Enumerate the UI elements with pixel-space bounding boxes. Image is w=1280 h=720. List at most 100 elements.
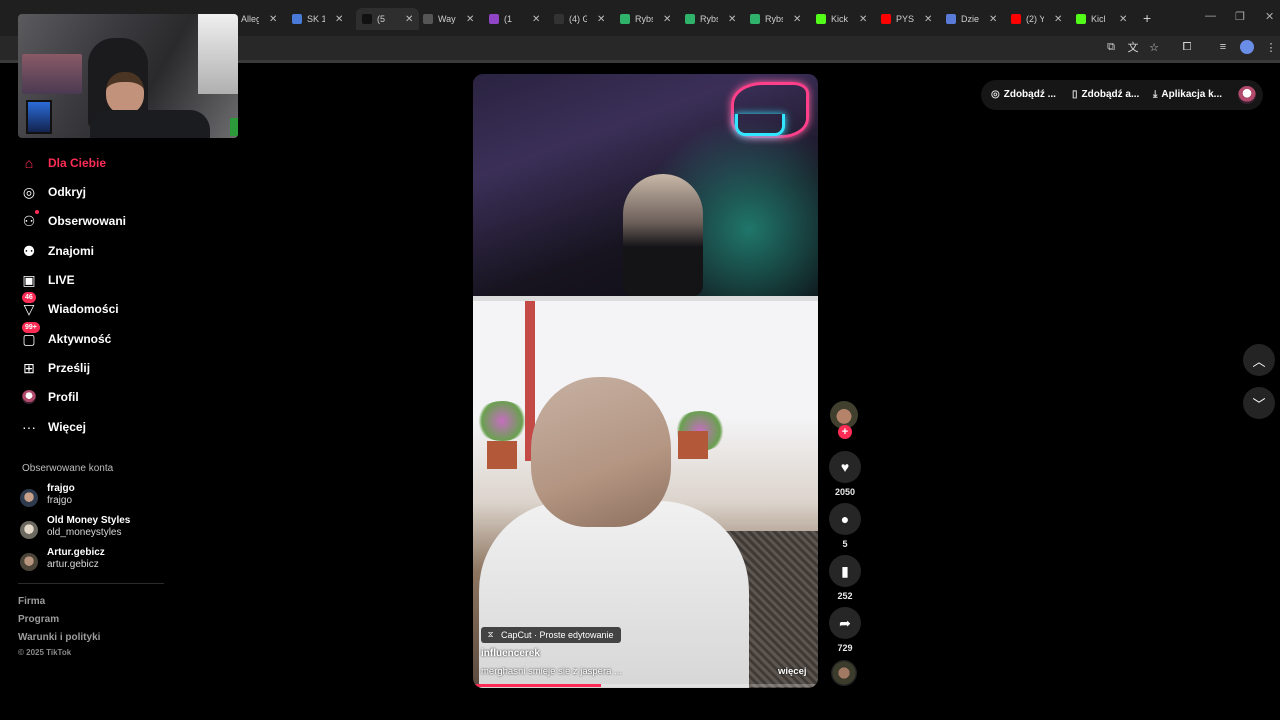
sidebar-item-profil[interactable]: Profil [18,384,178,410]
new-dot-badge [35,210,39,214]
tab-close-icon[interactable]: ✕ [663,14,671,25]
comment-button[interactable]: ● [829,503,861,535]
browser-tab[interactable]: Dzie ✕ [946,8,997,30]
browser-tab[interactable]: Kicl ✕ [1076,8,1127,30]
chevron-down-icon: ﹀ [1252,396,1266,412]
followed-account[interactable]: Artur.gebicz artur.gebicz [20,547,170,575]
extensions-icon[interactable]: ⧠ [1180,40,1194,54]
new-tab-button[interactable]: + [1143,10,1151,26]
get-app-button[interactable]: ▯ Zdobądź a... [1072,89,1139,100]
follow-plus-icon[interactable]: + [838,425,852,439]
sidebar-divider [18,583,164,584]
get-coins-button[interactable]: ◎ Zdobądź ... [991,89,1056,100]
footer-link-firma[interactable]: Firma [18,596,45,607]
save-button[interactable]: ▮ [829,555,861,587]
tab-close-icon[interactable]: ✕ [989,14,997,25]
tab-title: Kicl [1091,14,1106,24]
tab-close-icon[interactable]: ✕ [597,14,605,25]
sidebar-item-label: Obserwowani [48,214,127,228]
sidebar-item-live[interactable]: ▣ LIVE [18,267,178,293]
restore-icon[interactable]: ❐ [1235,10,1245,23]
sidebar-item-label: Profil [48,390,79,404]
next-video-button[interactable]: ﹀ [1243,387,1275,419]
video-man-body [479,501,749,688]
previous-video-button[interactable]: ︿ [1243,344,1275,376]
browser-tab[interactable]: Rybs ✕ [620,8,671,30]
browser-tab[interactable]: Rybs ✕ [685,8,736,30]
comment-count: 5 [842,539,848,549]
tab-favicon-icon [362,14,372,24]
sidebar-item-dla-ciebie[interactable]: ⌂ Dla Ciebie [18,150,178,176]
install-app-icon[interactable]: ⧉ [1104,40,1118,54]
sidebar-item-wiecej[interactable]: ··· Więcej [18,414,178,440]
tab-favicon-icon [1011,14,1021,24]
sidebar-item-label: Znajomi [48,244,95,258]
translate-icon[interactable]: 文 [1126,40,1140,54]
messages-badge: 46 [22,292,36,303]
capcut-tag[interactable]: ⧖ CapCut · Proste edytowanie [481,627,621,643]
desktop-app-button[interactable]: ⤓ Aplikacja k... [1153,89,1222,100]
user-avatar[interactable] [1238,86,1256,104]
video-author[interactable]: influencerek [481,648,540,659]
more-button[interactable]: więcej [778,666,807,677]
neon-sign-accent [735,114,785,136]
sidebar-item-obserwowani[interactable]: ⚇ Obserwowani [18,208,178,234]
followed-account[interactable]: Old Money Styles old_moneystyles [20,515,170,543]
tab-close-icon[interactable]: ✕ [793,14,801,25]
tab-close-icon[interactable]: ✕ [269,14,277,25]
chevron-up-icon: ︿ [1252,353,1266,369]
video-progress-bar[interactable] [473,684,818,687]
bookmark-star-icon[interactable]: ☆ [1147,40,1161,54]
video-player[interactable]: ⧖ CapCut · Proste edytowanie influencere… [473,74,818,688]
capcut-label: CapCut · Proste edytowanie [501,630,614,640]
messages-icon: ▽ 46 [22,292,36,317]
tab-close-icon[interactable]: ✕ [532,14,540,25]
tab-close-icon[interactable]: ✕ [1054,14,1062,25]
footer-link-terms[interactable]: Warunki i polityki [18,632,100,643]
browser-tab[interactable]: PYSZ ✕ [881,8,932,30]
tab-close-icon[interactable]: ✕ [335,14,343,25]
media-control-icon[interactable]: ≡ [1216,40,1230,54]
tab-close-icon[interactable]: ✕ [405,14,413,25]
tab-close-icon[interactable]: ✕ [1119,14,1127,25]
browser-menu-icon[interactable]: ⋮ [1264,40,1278,54]
browser-tab[interactable]: (2) Y ✕ [1011,8,1062,30]
tab-favicon-icon [292,14,302,24]
browser-tab[interactable]: (5 ✕ [356,8,420,30]
like-button[interactable]: ♥ [829,451,861,483]
account-name: frajgo [47,483,75,494]
footer-link-program[interactable]: Program [18,614,59,625]
sidebar-item-aktywnosc[interactable]: ▢ 99+ Aktywność [18,322,178,352]
browser-tab[interactable]: Kick ✕ [816,8,867,30]
browser-tab[interactable]: Rybs ✕ [750,8,801,30]
sound-avatar[interactable] [831,660,857,686]
browser-tab[interactable]: (1 ✕ [489,8,540,30]
heart-icon: ♥ [840,459,850,475]
share-button[interactable]: ➦ [829,607,861,639]
live-icon: ▣ [22,271,36,288]
tab-title: PYSZ [896,14,914,24]
sidebar-item-odkryj[interactable]: ◎ Odkryj [18,179,178,205]
browser-profile-avatar[interactable] [1240,40,1254,54]
tab-title: Rybs [635,14,653,24]
tab-title: Wayb [438,14,456,24]
tab-favicon-icon [620,14,630,24]
sidebar-item-label: LIVE [48,273,75,287]
compass-icon: ◎ [22,183,36,200]
followed-account[interactable]: frajgo frajgo [20,483,170,511]
tab-close-icon[interactable]: ✕ [728,14,736,25]
browser-tab[interactable]: Wayb ✕ [423,8,474,30]
browser-tab[interactable]: (4) Gi ✕ [554,8,605,30]
tab-close-icon[interactable]: ✕ [466,14,474,25]
sidebar-item-label: Wiadomości [48,302,119,316]
minimize-icon[interactable]: — [1205,10,1216,22]
browser-tab[interactable]: SK 1(✕ [292,8,343,30]
tab-close-icon[interactable]: ✕ [924,14,932,25]
sidebar-item-wiadomosci[interactable]: ▽ 46 Wiadomości [18,292,178,322]
activity-icon: ▢ 99+ [18,322,40,350]
tab-close-icon[interactable]: ✕ [859,14,867,25]
close-window-icon[interactable]: ✕ [1265,10,1274,23]
sidebar-item-znajomi[interactable]: ⚉ Znajomi [18,238,178,264]
save-count: 252 [837,591,853,601]
sidebar-item-przeslij[interactable]: ⊞ Prześlij [18,355,178,381]
